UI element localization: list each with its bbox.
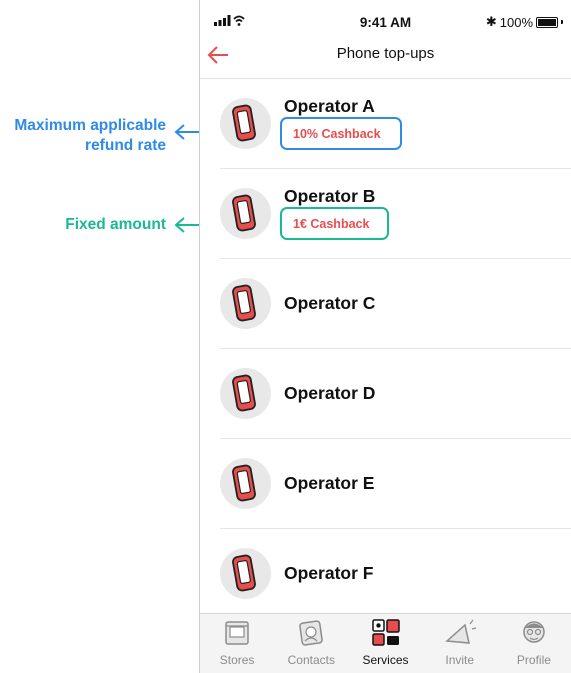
tab-label: Contacts bbox=[287, 653, 335, 667]
operator-avatar bbox=[220, 548, 271, 599]
tab-services[interactable]: Services bbox=[348, 614, 422, 673]
phone-icon bbox=[232, 464, 256, 502]
phone-screen: 9:41 AM ✱ 100% Phone top-ups Operator A … bbox=[199, 0, 571, 673]
operator-name: Operator C bbox=[284, 293, 376, 313]
status-bar: 9:41 AM ✱ 100% bbox=[200, 0, 571, 40]
cashback-badge: 10% Cashback bbox=[280, 117, 402, 150]
annotation-line-1: Maximum applicable bbox=[14, 117, 166, 134]
tab-contacts[interactable]: Contacts bbox=[274, 614, 348, 673]
tab-label: Profile bbox=[516, 653, 551, 667]
phone-icon bbox=[232, 194, 256, 232]
operator-row-c[interactable]: Operator C bbox=[220, 259, 571, 349]
store-icon bbox=[225, 621, 249, 645]
tab-stores[interactable]: Stores bbox=[200, 614, 274, 673]
navigation-bar: Phone top-ups bbox=[200, 40, 571, 79]
operator-name: Operator D bbox=[284, 383, 376, 403]
phone-icon bbox=[232, 104, 256, 142]
phone-icon bbox=[232, 374, 256, 412]
operator-name: Operator A bbox=[284, 96, 375, 116]
tab-label: Stores bbox=[219, 653, 255, 667]
tab-invite[interactable]: Invite bbox=[423, 614, 497, 673]
operator-avatar bbox=[220, 368, 271, 419]
operator-name: Operator B bbox=[284, 186, 376, 206]
operator-avatar bbox=[220, 98, 271, 149]
operator-row-e[interactable]: Operator E bbox=[220, 439, 571, 529]
tab-profile[interactable]: Profile bbox=[497, 614, 571, 673]
cashback-badge: 1€ Cashback bbox=[280, 207, 389, 240]
operator-row-d[interactable]: Operator D bbox=[220, 349, 571, 439]
services-icon bbox=[371, 619, 400, 646]
operator-name: Operator E bbox=[284, 473, 375, 493]
annotation-line-2: refund rate bbox=[85, 137, 166, 154]
phone-icon bbox=[232, 554, 256, 592]
profile-icon bbox=[523, 621, 545, 643]
operator-row-b[interactable]: Operator B 1€ Cashback bbox=[220, 169, 571, 259]
operator-avatar bbox=[220, 188, 271, 239]
annotation-fixed-amount: Fixed amount bbox=[65, 216, 166, 233]
phone-icon bbox=[232, 284, 256, 322]
operator-row-f[interactable]: Operator F bbox=[220, 529, 571, 618]
battery-indicator: ✱ 100% bbox=[486, 14, 563, 30]
operator-name: Operator F bbox=[284, 563, 374, 583]
operator-row-a[interactable]: Operator A 10% Cashback bbox=[220, 79, 571, 169]
bluetooth-icon: ✱ bbox=[485, 14, 497, 29]
tab-label: Invite bbox=[445, 653, 475, 667]
tab-bar: Stores Contacts Services Invite Profile bbox=[200, 613, 571, 673]
battery-percent: 100% bbox=[499, 14, 533, 30]
contacts-icon bbox=[299, 620, 324, 646]
battery-icon bbox=[536, 16, 558, 28]
megaphone-icon bbox=[444, 619, 476, 644]
annotation-max-refund-rate: Maximum applicable refund rate bbox=[0, 116, 166, 156]
page-title: Phone top-ups bbox=[336, 45, 435, 62]
operator-avatar bbox=[220, 458, 271, 509]
operator-list: Operator A 10% Cashback Operator B 1€ Ca… bbox=[200, 79, 571, 618]
tab-label: Services bbox=[362, 653, 409, 667]
operator-avatar bbox=[220, 278, 271, 329]
